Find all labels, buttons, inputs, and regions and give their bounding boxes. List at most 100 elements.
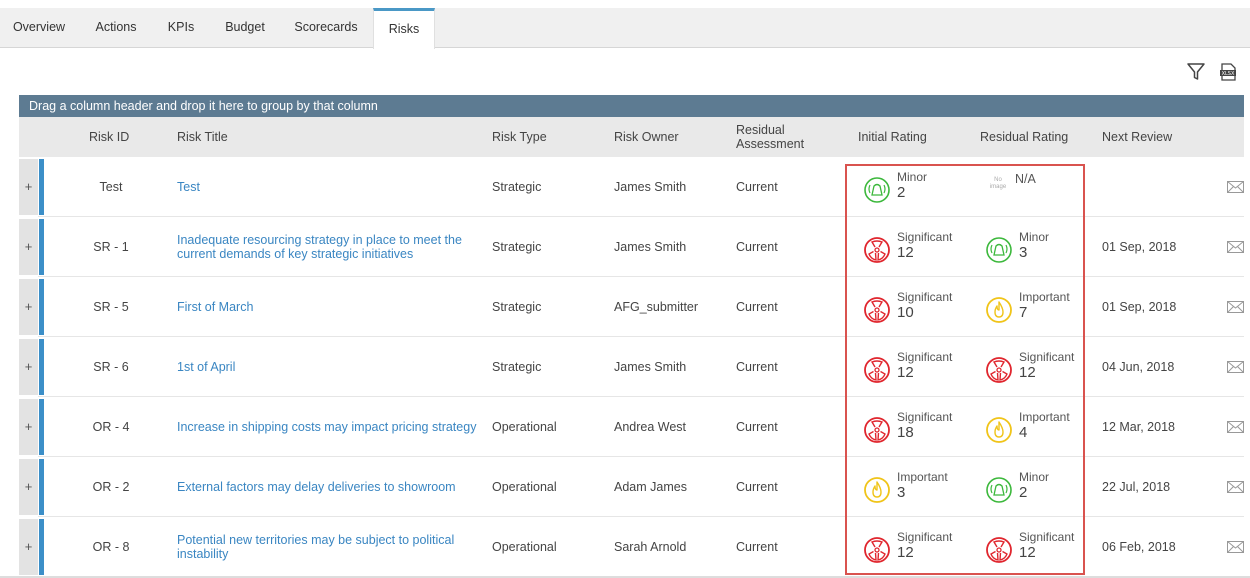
initial-rating: Significant 12 [863, 230, 981, 264]
mail-icon[interactable] [1227, 181, 1244, 193]
row-status-stripe [39, 159, 44, 215]
risk-type: Operational [492, 540, 557, 554]
row-expand-button[interactable]: + [19, 339, 38, 395]
col-next-review[interactable]: Next Review [1102, 130, 1172, 144]
table-header: Risk ID Risk Title Risk Type Risk Owner … [19, 117, 1244, 157]
risk-title-link[interactable]: Potential new territories may be subject… [177, 533, 454, 561]
svg-text:XLSX: XLSX [1222, 71, 1235, 77]
residual-rating: Significant 12 [985, 530, 1103, 564]
col-risk-title[interactable]: Risk Title [177, 130, 228, 144]
tab-risks[interactable]: Risks [373, 8, 435, 49]
xlsx-export-icon[interactable]: XLSX [1218, 62, 1238, 82]
risk-title-link[interactable]: Inadequate resourcing strategy in place … [177, 233, 462, 261]
mail-icon[interactable] [1227, 241, 1244, 253]
col-residual-rating[interactable]: Residual Rating [980, 130, 1068, 144]
residual-assessment: Current [736, 300, 778, 314]
table-row[interactable]: + SR - 5 First of March Strategic AFG_submit… [19, 277, 1244, 337]
residual-assessment: Current [736, 480, 778, 494]
row-status-stripe [39, 519, 44, 575]
col-initial-rating[interactable]: Initial Rating [858, 130, 927, 144]
risk-title-link[interactable]: First of March [177, 300, 253, 314]
tab-overview[interactable]: Overview [0, 8, 78, 48]
mail-icon[interactable] [1227, 421, 1244, 433]
row-expand-button[interactable]: + [19, 399, 38, 455]
mail-icon[interactable] [1227, 301, 1244, 313]
risk-title-line1[interactable]: First of March [177, 300, 253, 314]
residual-rating: Minor 2 [985, 470, 1103, 504]
next-review-date: 06 Feb, 2018 [1102, 540, 1176, 554]
risk-title-line1[interactable]: Potential new territories may be subject… [177, 533, 454, 547]
risk-title-link[interactable]: Test [177, 180, 200, 194]
initial-rating: Significant 12 [863, 530, 981, 564]
risk-title-line2[interactable]: instability [177, 547, 454, 561]
risk-title-line1[interactable]: Inadequate resourcing strategy in place … [177, 233, 462, 247]
risk-title-line1[interactable]: Increase in shipping costs may impact pr… [177, 420, 476, 434]
risk-title-line2[interactable]: current demands of key strategic initiat… [177, 247, 462, 261]
mail-icon[interactable] [1227, 541, 1244, 553]
next-review-date: 01 Sep, 2018 [1102, 300, 1177, 314]
filter-icon[interactable] [1186, 62, 1206, 82]
table-row[interactable]: + OR - 4 Increase in shipping costs may im… [19, 397, 1244, 457]
tab-kpis[interactable]: KPIs [154, 8, 208, 48]
row-status-stripe [39, 339, 44, 395]
significant-icon [863, 236, 891, 264]
risk-owner: Adam James [614, 480, 687, 494]
minor-icon [985, 236, 1013, 264]
risk-type: Operational [492, 420, 557, 434]
significant-icon [863, 536, 891, 564]
col-residual-assessment[interactable]: Residual Assessment [736, 123, 804, 151]
residual-rating: Significant 12 [985, 350, 1103, 384]
rating-score: 4 [1019, 424, 1028, 441]
tab-budget[interactable]: Budget [210, 8, 280, 48]
table-row[interactable]: + OR - 2 External factors may delay delive… [19, 457, 1244, 517]
risk-id: Test [99, 180, 123, 194]
tab-scorecards[interactable]: Scorecards [282, 8, 370, 48]
risk-type: Operational [492, 480, 557, 494]
row-expand-button[interactable]: + [19, 459, 38, 515]
risk-title-line1[interactable]: Test [177, 180, 200, 194]
rating-label: Important [1019, 410, 1070, 424]
row-expand-button[interactable]: + [19, 279, 38, 335]
tab-actions[interactable]: Actions [80, 8, 152, 48]
next-review-date: 22 Jul, 2018 [1102, 480, 1171, 494]
risk-type: Strategic [492, 180, 542, 194]
minor-icon [985, 476, 1013, 504]
mail-icon[interactable] [1227, 481, 1244, 493]
rating-score: 3 [1019, 244, 1028, 261]
rating-label: Minor [1019, 230, 1050, 244]
col-risk-id[interactable]: Risk ID [89, 130, 129, 144]
rating-score: 12 [897, 244, 914, 261]
table-row[interactable]: + Test Test Strategic James Smith Current Mino… [19, 157, 1244, 217]
significant-icon [985, 536, 1013, 564]
rating-score: 2 [897, 184, 906, 201]
risk-id: OR - 4 [92, 420, 130, 434]
row-expand-button[interactable]: + [19, 219, 38, 275]
group-by-bar[interactable]: Drag a column header and drop it here to… [19, 95, 1244, 117]
rating-label: N/A [1015, 172, 1036, 186]
row-expand-button[interactable]: + [19, 519, 38, 575]
risk-title-link[interactable]: Increase in shipping costs may impact pr… [177, 420, 476, 434]
row-expand-button[interactable]: + [19, 159, 38, 215]
col-risk-owner[interactable]: Risk Owner [614, 130, 679, 144]
significant-icon [863, 356, 891, 384]
rating-label: Significant [897, 230, 953, 244]
risk-type: Strategic [492, 360, 542, 374]
residual-assessment: Current [736, 240, 778, 254]
next-review-date: 04 Jun, 2018 [1102, 360, 1175, 374]
rating-score: 18 [897, 424, 914, 441]
residual-rating: Important 4 [985, 410, 1103, 444]
risk-title-link[interactable]: 1st of April [177, 360, 235, 374]
row-status-stripe [39, 399, 44, 455]
table-row[interactable]: + SR - 6 1st of April Strategic James Smith C… [19, 337, 1244, 397]
risk-id: OR - 8 [92, 540, 130, 554]
col-risk-type[interactable]: Risk Type [492, 130, 547, 144]
next-review-date: 12 Mar, 2018 [1102, 420, 1175, 434]
risk-title-line1[interactable]: 1st of April [177, 360, 235, 374]
risk-title-link[interactable]: External factors may delay deliveries to… [177, 480, 456, 494]
table-row[interactable]: + SR - 1 Inadequate resourcing strategy in… [19, 217, 1244, 277]
mail-icon[interactable] [1227, 361, 1244, 373]
table-row[interactable]: + OR - 8 Potential new territories may be … [19, 517, 1244, 577]
risk-title-line1[interactable]: External factors may delay deliveries to… [177, 480, 456, 494]
rating-label: Significant [1019, 530, 1075, 544]
risk-owner: Sarah Arnold [614, 540, 687, 554]
